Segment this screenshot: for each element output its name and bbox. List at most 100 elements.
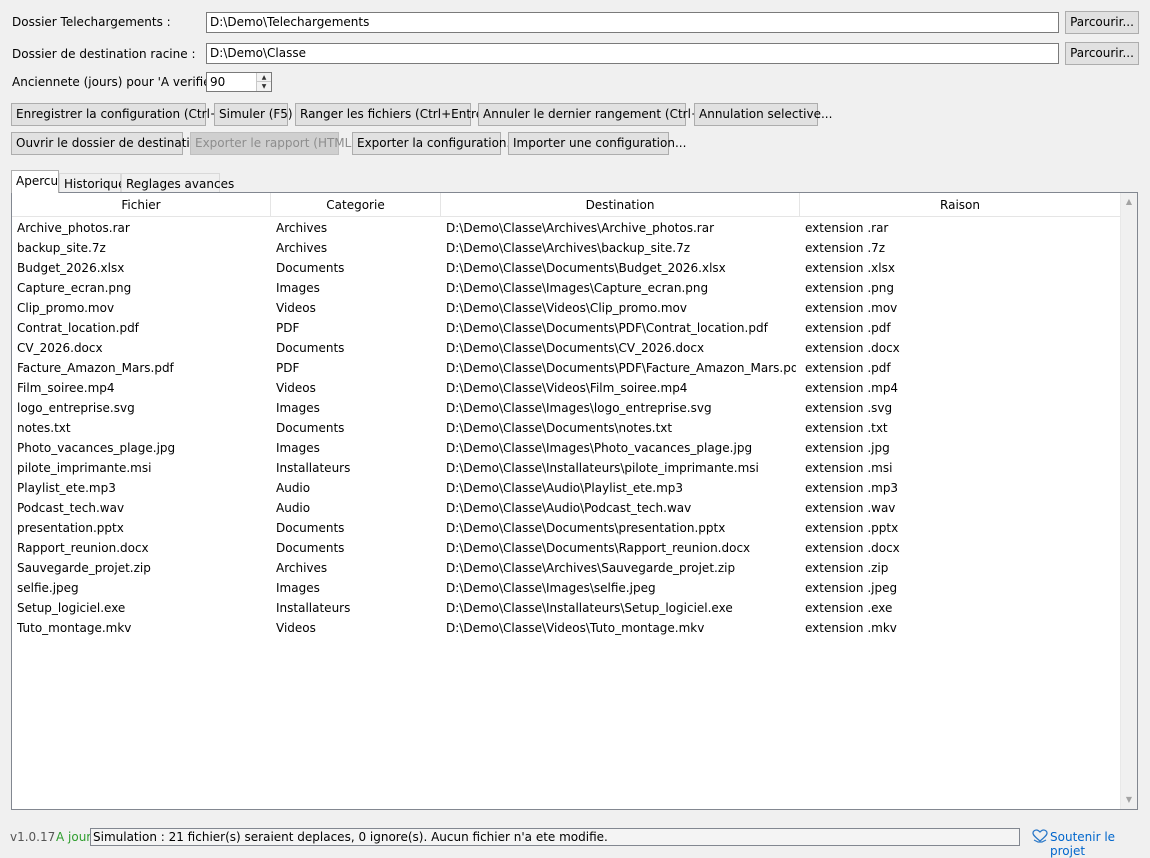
tab-historique[interactable]: Historique <box>59 173 126 194</box>
cell-categorie: Images <box>276 281 320 295</box>
column-header-destination[interactable]: Destination <box>441 193 800 217</box>
cell-raison: extension .exe <box>805 601 893 615</box>
cell-fichier: Photo_vacances_plage.jpg <box>17 441 176 455</box>
cell-categorie: Documents <box>276 541 345 555</box>
tab-apercu[interactable]: Apercu <box>11 170 59 193</box>
cell-fichier: Capture_ecran.png <box>17 281 132 295</box>
version-label: v1.0.17 <box>10 830 56 844</box>
cell-destination: D:\Demo\Classe\Images\Capture_ecran.png <box>446 281 709 295</box>
cell-categorie: Documents <box>276 521 345 535</box>
table-row[interactable]: Rapport_reunion.docx Documents D:\Demo\Cla… <box>12 538 1120 558</box>
save-config-button[interactable]: Enregistrer la configuration (Ctrl+S) <box>11 103 232 126</box>
table-row[interactable]: Archive_photos.rar Archives D:\Demo\Classe… <box>12 218 1120 238</box>
cell-raison: extension .rar <box>805 221 889 235</box>
browse-destination-button[interactable]: Parcourir... <box>1065 42 1139 65</box>
cell-categorie: PDF <box>276 321 300 335</box>
open-destination-button[interactable]: Ouvrir le dossier de destination <box>11 132 205 155</box>
downloads-folder-input[interactable]: D:\Demo\Telechargements <box>206 12 1059 33</box>
cell-fichier: notes.txt <box>17 421 71 435</box>
undo-last-button[interactable]: Annuler le dernier rangement (Ctrl+Z) <box>478 103 714 126</box>
table-header: Fichier Categorie Destination Raison <box>12 193 1120 217</box>
age-days-value[interactable]: 90 <box>210 75 225 89</box>
table-row[interactable]: Playlist_ete.mp3 Audio D:\Demo\Classe\Audi… <box>12 478 1120 498</box>
cell-fichier: backup_site.7z <box>17 241 106 255</box>
status-message: Simulation : 21 fichier(s) seraient depl… <box>90 828 1020 846</box>
table-row[interactable]: logo_entreprise.svg Images D:\Demo\Classe\… <box>12 398 1120 418</box>
table-row[interactable]: Film_soiree.mp4 Videos D:\Demo\Classe\Vide… <box>12 378 1120 398</box>
cell-destination: D:\Demo\Classe\Installateurs\Setup_logic… <box>446 601 733 615</box>
chevron-down-icon[interactable]: ▼ <box>1121 792 1137 808</box>
table-row[interactable]: Podcast_tech.wav Audio D:\Demo\Classe\Audi… <box>12 498 1120 518</box>
export-config-button[interactable]: Exporter la configuration... <box>352 132 518 155</box>
browse-downloads-button[interactable]: Parcourir... <box>1065 11 1139 34</box>
destination-folder-input[interactable]: D:\Demo\Classe <box>206 43 1059 64</box>
chevron-down-icon[interactable]: ▼ <box>257 82 271 91</box>
cell-raison: extension .jpeg <box>805 581 898 595</box>
cell-raison: extension .jpg <box>805 441 890 455</box>
cell-destination: D:\Demo\Classe\Archives\backup_site.7z <box>446 241 691 255</box>
table-row[interactable]: Contrat_location.pdf PDF D:\Demo\Classe\Do… <box>12 318 1120 338</box>
table-row[interactable]: Clip_promo.mov Videos D:\Demo\Classe\Video… <box>12 298 1120 318</box>
cell-categorie: Videos <box>276 301 316 315</box>
chevron-up-icon[interactable]: ▲ <box>1121 194 1137 210</box>
cell-categorie: Images <box>276 401 320 415</box>
cell-raison: extension .mp3 <box>805 481 899 495</box>
table-row[interactable]: Photo_vacances_plage.jpg Images D:\Demo\Cl… <box>12 438 1120 458</box>
cell-categorie: Audio <box>276 501 311 515</box>
chevron-up-icon[interactable]: ▲ <box>257 73 271 82</box>
cell-destination: D:\Demo\Classe\Images\Photo_vacances_pla… <box>446 441 753 455</box>
cell-raison: extension .wav <box>805 501 896 515</box>
cell-destination: D:\Demo\Classe\Images\logo_entreprise.sv… <box>446 401 712 415</box>
cell-fichier: logo_entreprise.svg <box>17 401 135 415</box>
cell-raison: extension .svg <box>805 401 893 415</box>
table-row[interactable]: Setup_logiciel.exe Installateurs D:\Demo\C… <box>12 598 1120 618</box>
table-row[interactable]: Sauvegarde_projet.zip Archives D:\Demo\Cla… <box>12 558 1120 578</box>
vertical-scrollbar[interactable]: ▲ ▼ <box>1120 193 1137 809</box>
table-row[interactable]: pilote_imprimante.msi Installateurs D:\Dem… <box>12 458 1120 478</box>
simulate-button[interactable]: Simuler (F5) <box>214 103 293 126</box>
support-project-link[interactable]: Soutenir le projet <box>1050 830 1150 858</box>
cell-categorie: Audio <box>276 481 311 495</box>
table-row[interactable]: Capture_ecran.png Images D:\Demo\Classe\Im… <box>12 278 1120 298</box>
table-row[interactable]: CV_2026.docx Documents D:\Demo\Classe\Docu… <box>12 338 1120 358</box>
column-header-raison[interactable]: Raison <box>800 193 1120 217</box>
tab-reglages-avances[interactable]: Reglages avances <box>121 173 234 194</box>
cell-raison: extension .png <box>805 281 894 295</box>
cell-raison: extension .7z <box>805 241 886 255</box>
cell-categorie: Installateurs <box>276 601 351 615</box>
heart-hands-icon[interactable] <box>1032 829 1048 843</box>
status-bar: v1.0.17 A jour Simulation : 21 fichier(s… <box>0 824 1150 858</box>
cell-raison: extension .pdf <box>805 361 891 375</box>
cell-destination: D:\Demo\Classe\Videos\Film_soiree.mp4 <box>446 381 688 395</box>
column-header-fichier[interactable]: Fichier <box>12 193 271 217</box>
table-row[interactable]: presentation.pptx Documents D:\Demo\Classe… <box>12 518 1120 538</box>
cell-destination: D:\Demo\Classe\Audio\Playlist_ete.mp3 <box>446 481 684 495</box>
sort-files-button[interactable]: Ranger les fichiers (Ctrl+Entree) <box>295 103 495 126</box>
cell-destination: D:\Demo\Classe\Documents\PDF\Contrat_loc… <box>446 321 768 335</box>
table-row[interactable]: Tuto_montage.mkv Videos D:\Demo\Classe\Vid… <box>12 618 1120 638</box>
age-days-spinner[interactable]: 90 ▲ ▼ <box>206 72 272 92</box>
cell-destination: D:\Demo\Classe\Documents\PDF\Facture_Ama… <box>446 361 796 375</box>
cell-fichier: Setup_logiciel.exe <box>17 601 126 615</box>
cell-raison: extension .mkv <box>805 621 897 635</box>
cell-categorie: Documents <box>276 341 345 355</box>
cell-raison: extension .docx <box>805 541 900 555</box>
cell-raison: extension .xlsx <box>805 261 895 275</box>
preview-panel: Fichier Categorie Destination Raison Arc… <box>11 192 1138 810</box>
cell-fichier: Sauvegarde_projet.zip <box>17 561 151 575</box>
table-row[interactable]: backup_site.7z Archives D:\Demo\Classe\Arc… <box>12 238 1120 258</box>
table-row[interactable]: notes.txt Documents D:\Demo\Classe\Documen… <box>12 418 1120 438</box>
age-days-label: Anciennete (jours) pour 'A verifier' : <box>12 75 227 89</box>
table-row[interactable]: selfie.jpeg Images D:\Demo\Classe\Images\s… <box>12 578 1120 598</box>
undo-selective-button[interactable]: Annulation selective... <box>694 103 832 126</box>
cell-fichier: Archive_photos.rar <box>17 221 130 235</box>
export-report-button[interactable]: Exporter le rapport (HTML) <box>190 132 356 155</box>
cell-raison: extension .pdf <box>805 321 891 335</box>
update-status: A jour <box>56 830 92 844</box>
column-header-categorie[interactable]: Categorie <box>271 193 441 217</box>
table-row[interactable]: Facture_Amazon_Mars.pdf PDF D:\Demo\Classe… <box>12 358 1120 378</box>
import-config-button[interactable]: Importer une configuration... <box>508 132 686 155</box>
cell-fichier: Film_soiree.mp4 <box>17 381 115 395</box>
cell-fichier: Podcast_tech.wav <box>17 501 125 515</box>
table-row[interactable]: Budget_2026.xlsx Documents D:\Demo\Classe\… <box>12 258 1120 278</box>
